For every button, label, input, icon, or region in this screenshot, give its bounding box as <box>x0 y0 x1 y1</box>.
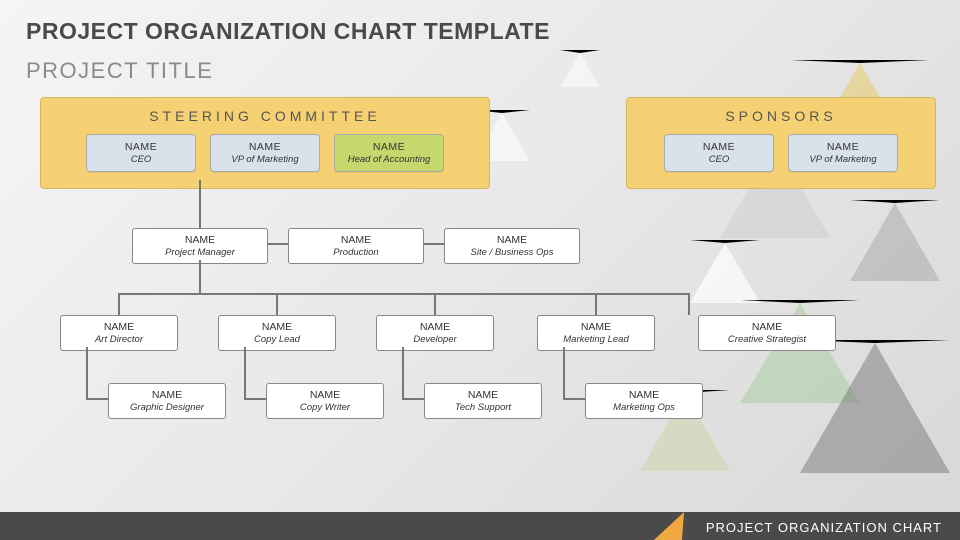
member-name: NAME <box>705 321 829 333</box>
steering-heading: STEERING COMMITTEE <box>55 108 475 124</box>
sponsors-panel: SPONSORS NAME CEO NAME VP of Marketing <box>626 97 936 189</box>
steering-panel: STEERING COMMITTEE NAME CEO NAME VP of M… <box>40 97 490 189</box>
manager-node: NAME Production <box>288 228 424 264</box>
member-role: Graphic Designer <box>115 402 219 413</box>
member-name: NAME <box>451 234 573 246</box>
member-role: CEO <box>95 154 187 165</box>
footer-text: PROJECT ORGANIZATION CHART <box>706 520 942 535</box>
member-role: Marketing Ops <box>592 402 696 413</box>
member-role: Creative Strategist <box>705 334 829 345</box>
member-role: Art Director <box>67 334 171 345</box>
connector <box>688 293 690 315</box>
member-role: Project Manager <box>139 247 261 258</box>
member-name: NAME <box>67 321 171 333</box>
connector <box>563 398 585 400</box>
main-title: PROJECT ORGANIZATION CHART TEMPLATE <box>26 18 550 45</box>
member-name: NAME <box>225 321 329 333</box>
member-name: NAME <box>797 141 889 153</box>
member-role: Developer <box>383 334 487 345</box>
staff-node: NAME Tech Support <box>424 383 542 419</box>
member-role: Production <box>295 247 417 258</box>
member-name: NAME <box>673 141 765 153</box>
connector <box>86 347 88 400</box>
member-name: NAME <box>383 321 487 333</box>
connector <box>244 398 266 400</box>
sponsor-member: NAME VP of Marketing <box>788 134 898 172</box>
connector <box>199 260 201 293</box>
member-name: NAME <box>544 321 648 333</box>
lead-node: NAME Developer <box>376 315 494 351</box>
member-role: Copy Writer <box>273 402 377 413</box>
member-name: NAME <box>115 389 219 401</box>
member-name: NAME <box>295 234 417 246</box>
member-role: Marketing Lead <box>544 334 648 345</box>
project-title: PROJECT TITLE <box>26 58 213 84</box>
connector <box>268 243 288 245</box>
connector <box>402 347 404 400</box>
connector <box>424 243 444 245</box>
sponsor-member: NAME CEO <box>664 134 774 172</box>
connector <box>402 398 424 400</box>
connector <box>434 293 436 315</box>
member-name: NAME <box>95 141 187 153</box>
member-role: VP of Marketing <box>219 154 311 165</box>
staff-node: NAME Graphic Designer <box>108 383 226 419</box>
sponsors-heading: SPONSORS <box>641 108 921 124</box>
member-role: Site / Business Ops <box>451 247 573 258</box>
steering-member: NAME Head of Accounting <box>334 134 444 172</box>
member-role: Head of Accounting <box>343 154 435 165</box>
staff-node: NAME Marketing Ops <box>585 383 703 419</box>
member-role: Tech Support <box>431 402 535 413</box>
member-role: CEO <box>673 154 765 165</box>
manager-node: NAME Site / Business Ops <box>444 228 580 264</box>
member-name: NAME <box>139 234 261 246</box>
connector <box>118 293 690 295</box>
connector <box>563 347 565 400</box>
staff-node: NAME Copy Writer <box>266 383 384 419</box>
member-role: Copy Lead <box>225 334 329 345</box>
manager-node: NAME Project Manager <box>132 228 268 264</box>
connector <box>118 293 120 315</box>
connector <box>244 347 246 400</box>
lead-node: NAME Copy Lead <box>218 315 336 351</box>
member-name: NAME <box>343 141 435 153</box>
connector <box>276 293 278 315</box>
member-role: VP of Marketing <box>797 154 889 165</box>
lead-node: NAME Art Director <box>60 315 178 351</box>
lead-node: NAME Creative Strategist <box>698 315 836 351</box>
steering-member: NAME VP of Marketing <box>210 134 320 172</box>
member-name: NAME <box>273 389 377 401</box>
member-name: NAME <box>219 141 311 153</box>
connector <box>86 398 108 400</box>
member-name: NAME <box>592 389 696 401</box>
steering-member: NAME CEO <box>86 134 196 172</box>
connector <box>595 293 597 315</box>
connector <box>199 180 201 228</box>
member-name: NAME <box>431 389 535 401</box>
lead-node: NAME Marketing Lead <box>537 315 655 351</box>
